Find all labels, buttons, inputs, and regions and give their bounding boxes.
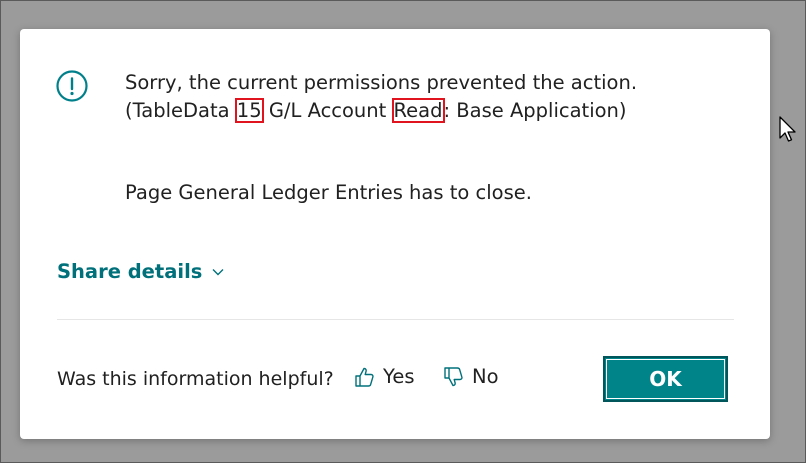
- feedback-no-label: No: [472, 365, 499, 388]
- close-message: Page General Ledger Entries has to close…: [125, 181, 532, 204]
- share-details-link[interactable]: Share details: [57, 260, 224, 283]
- mouse-pointer-icon: [779, 116, 796, 142]
- error-message: Sorry, the current permissions prevented…: [125, 69, 735, 125]
- highlighted-permission: Read: [391, 98, 445, 123]
- divider: [57, 319, 734, 320]
- message-text-2: G/L Account: [262, 99, 393, 122]
- ok-button[interactable]: OK: [603, 356, 728, 402]
- highlighted-table-id: 15: [234, 98, 264, 123]
- thumbs-down-icon: [444, 366, 463, 386]
- message-text-3: : Base Application): [443, 99, 627, 122]
- feedback-question: Was this information helpful?: [57, 368, 334, 390]
- exclamation-circle-icon: [56, 70, 88, 102]
- thumbs-up-icon: [355, 367, 374, 387]
- share-details-label: Share details: [57, 260, 203, 283]
- chevron-down-icon: [212, 268, 224, 275]
- feedback-yes-button[interactable]: Yes: [353, 365, 414, 388]
- error-dialog: Sorry, the current permissions prevented…: [20, 29, 770, 439]
- feedback-no-button[interactable]: No: [442, 365, 499, 388]
- feedback-yes-label: Yes: [383, 365, 415, 388]
